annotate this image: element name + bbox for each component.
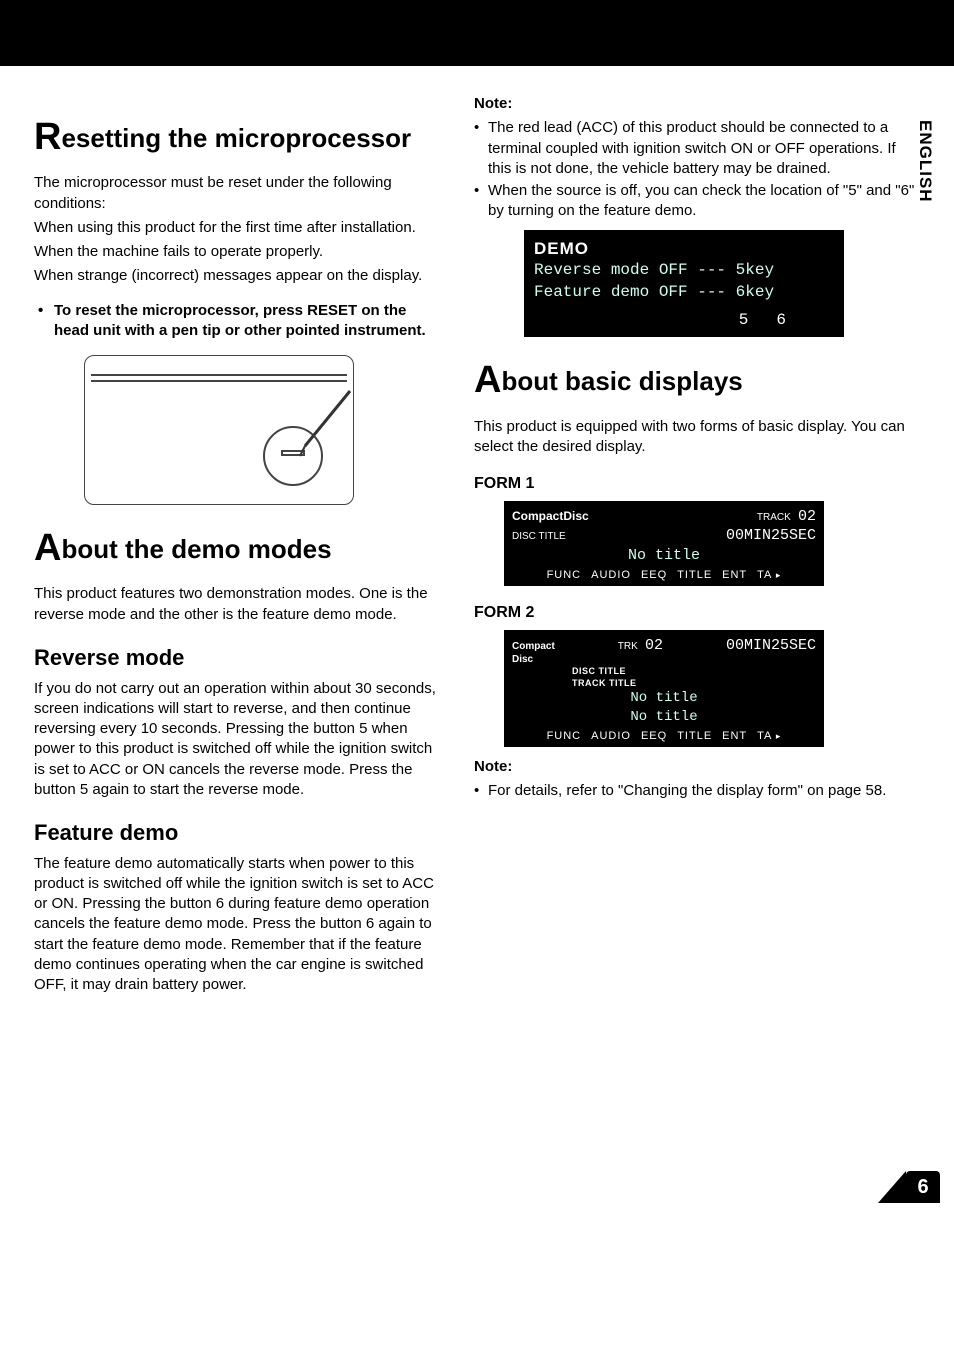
heading-basic-displays: About basic displays xyxy=(474,355,916,406)
pen-icon xyxy=(275,386,355,466)
bullet-dot: • xyxy=(34,301,54,342)
note1-item1: The red lead (ACC) of this product shoul… xyxy=(488,118,916,179)
d1-bottom-row: FUNC AUDIO EEQ TITLE ENT TA xyxy=(512,568,816,582)
right-column: Note: •The red lead (ACC) of this produc… xyxy=(474,94,916,999)
feature-demo-text: The feature demo automatically starts wh… xyxy=(34,854,444,996)
d2-trk-num: 02 xyxy=(645,637,663,654)
page-number: 6 xyxy=(906,1171,940,1203)
d1-track-label: TRACK xyxy=(757,512,791,523)
left-column: Resetting the microprocessor The micropr… xyxy=(34,94,444,999)
d1-track-num: 02 xyxy=(798,508,816,525)
heading-reverse-mode: Reverse mode xyxy=(34,643,444,673)
d1-top-left: CompactDisc xyxy=(512,509,589,525)
heading-feature-demo: Feature demo xyxy=(34,818,444,848)
d2-time: 00MIN25SEC xyxy=(726,636,816,656)
d2-trk-label: TRK xyxy=(618,641,638,652)
reset-instruction-text: To reset the microprocessor, press RESET… xyxy=(54,301,444,342)
note2-list: •For details, refer to "Changing the dis… xyxy=(474,781,916,801)
lcd-header: DEMO xyxy=(534,238,834,261)
reset-cond3: When strange (incorrect) messages appear… xyxy=(34,266,444,286)
d1-disc-title: DISC TITLE xyxy=(512,530,566,543)
basic-displays-text: This product is equipped with two forms … xyxy=(474,417,916,458)
lcd-line1: Reverse mode OFF --- 5key xyxy=(534,260,834,282)
d2-row2: No title xyxy=(512,708,816,726)
note2-item1: For details, refer to "Changing the disp… xyxy=(488,781,886,801)
note1-label: Note: xyxy=(474,94,916,114)
form1-label: FORM 1 xyxy=(474,473,916,495)
d2-bottom-row: FUNC AUDIO EEQ TITLE ENT TA xyxy=(512,729,816,743)
reset-intro: The microprocessor must be reset under t… xyxy=(34,173,444,214)
heading-demo-modes: About the demo modes xyxy=(34,523,444,574)
reverse-mode-text: If you do not carry out an operation wit… xyxy=(34,679,444,801)
d1-center: No title xyxy=(512,546,816,566)
d2-top-left: Compact Disc xyxy=(512,640,555,666)
reset-cond2: When the machine fails to operate proper… xyxy=(34,242,444,262)
demo-intro: This product features two demonstration … xyxy=(34,584,444,625)
note1-list: •The red lead (ACC) of this product shou… xyxy=(474,118,916,221)
form2-label: FORM 2 xyxy=(474,602,916,624)
d2-track-title-label: TRACK TITLE xyxy=(512,678,816,690)
reset-illustration xyxy=(84,355,354,505)
reset-cond1: When using this product for the first ti… xyxy=(34,218,444,238)
lcd-digits: 56 xyxy=(534,310,834,332)
d2-row1: No title xyxy=(512,689,816,707)
form2-display: Compact Disc TRK 02 00MIN25SEC DISC TITL… xyxy=(504,630,824,747)
note1-item2: When the source is off, you can check th… xyxy=(488,181,916,222)
reset-instruction-bullet: • To reset the microprocessor, press RES… xyxy=(34,301,444,342)
language-tab: ENGLISH xyxy=(913,120,936,203)
note2-label: Note: xyxy=(474,757,916,777)
header-black-band xyxy=(0,0,954,66)
d2-disc-title-label: DISC TITLE xyxy=(512,666,816,678)
page-number-container: 6 xyxy=(0,1169,954,1209)
lcd-line2: Feature demo OFF --- 6key xyxy=(534,282,834,304)
form1-display: CompactDisc TRACK 02 DISC TITLE 00MIN25S… xyxy=(504,501,824,587)
heading-resetting: Resetting the microprocessor xyxy=(34,112,444,163)
d1-time: 00MIN25SEC xyxy=(726,526,816,546)
demo-lcd-screenshot: DEMO Reverse mode OFF --- 5key Feature d… xyxy=(524,230,844,338)
page-body: Resetting the microprocessor The micropr… xyxy=(0,66,954,999)
